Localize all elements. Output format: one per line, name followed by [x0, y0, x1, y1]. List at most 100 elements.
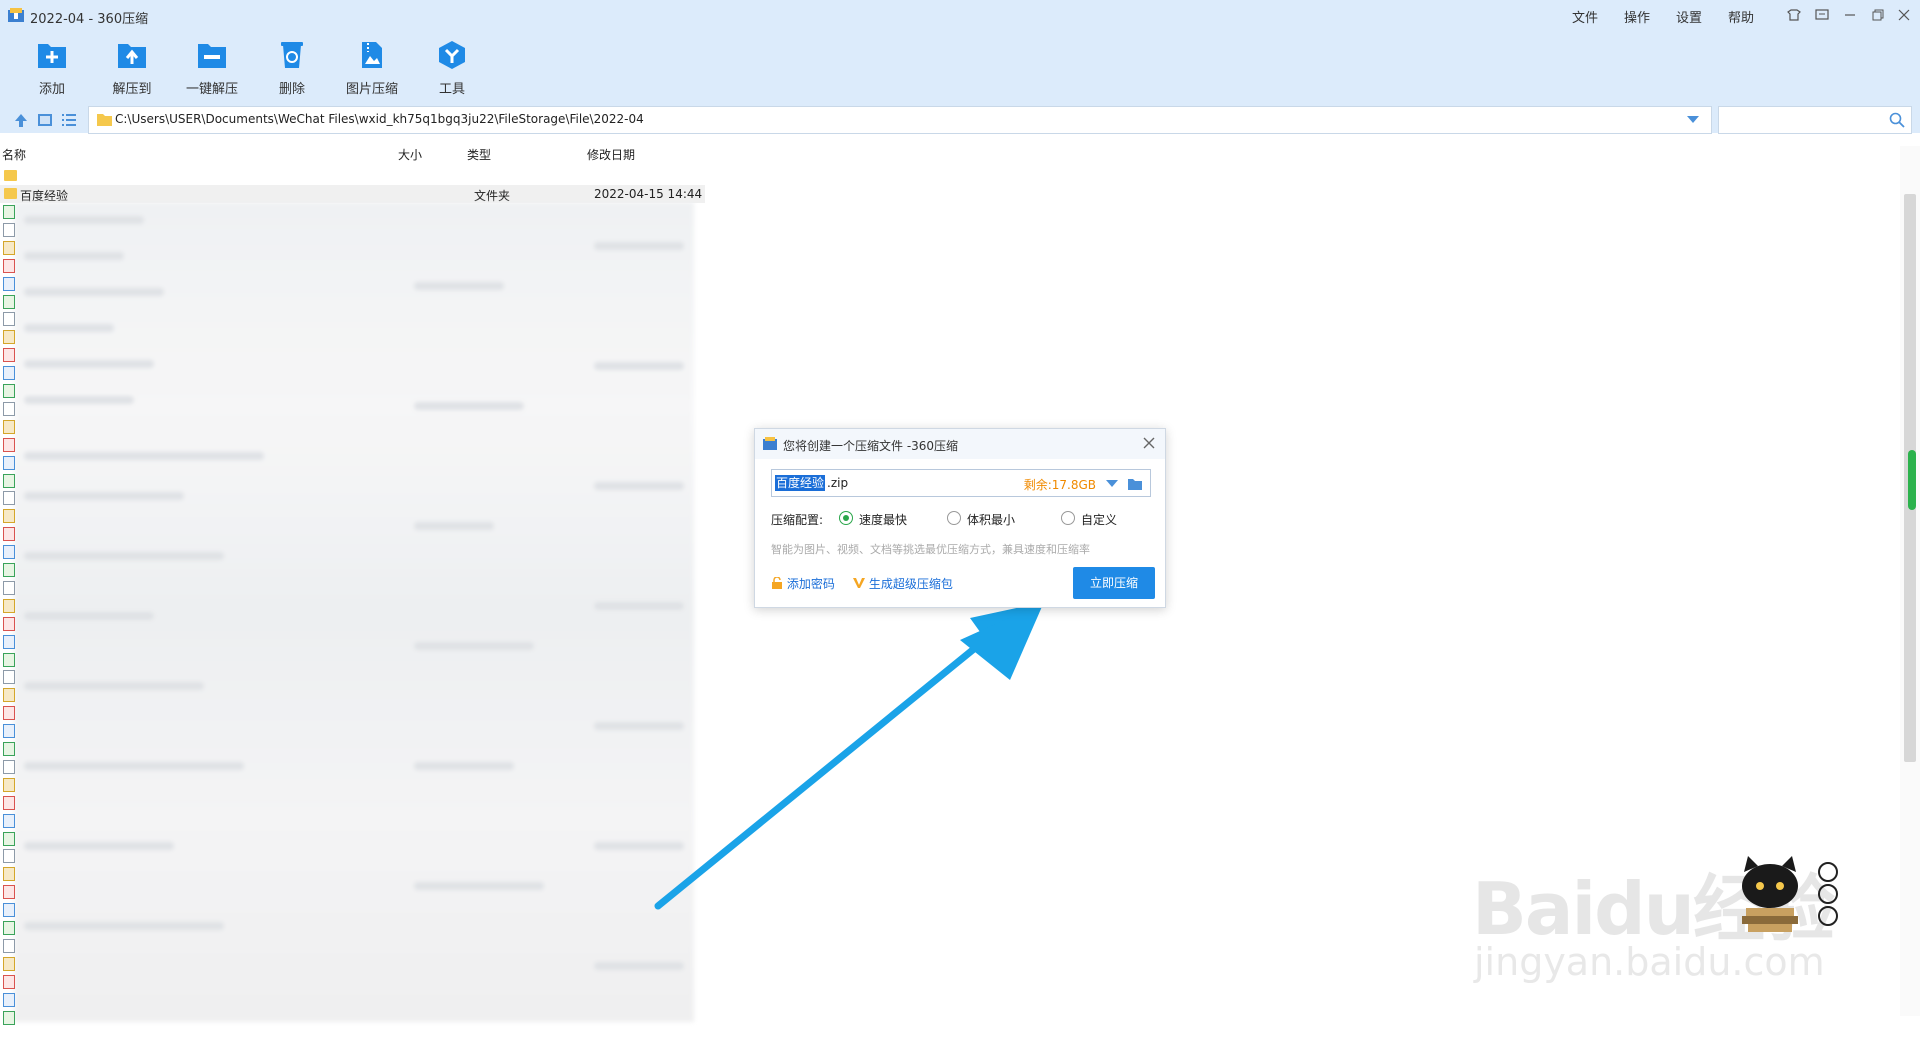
image-compress-label: 图片压缩 [345, 82, 398, 97]
filename-selected-text: 百度经验 [775, 475, 826, 491]
folder-icon [4, 170, 17, 181]
extract-to-button[interactable]: 解压到 [100, 40, 164, 97]
radio-dot[interactable] [947, 511, 961, 525]
thumbnail-view-icon[interactable] [36, 112, 54, 128]
chevron-down-icon[interactable] [1687, 116, 1699, 124]
file-icon [3, 938, 15, 953]
social-icons [1818, 862, 1838, 926]
blurred-file-list [14, 202, 694, 1022]
delete-label: 删除 [278, 82, 305, 97]
browse-folder-icon[interactable] [1128, 478, 1142, 490]
file-icon [3, 652, 15, 667]
file-icon [3, 276, 15, 291]
side-handle[interactable] [1908, 450, 1916, 510]
file-icon [3, 580, 15, 595]
col-size[interactable]: 大小 [398, 146, 422, 163]
window-title: 2022-04 - 360压缩 [30, 12, 149, 27]
file-icon [3, 813, 15, 828]
restore-icon[interactable] [1868, 6, 1888, 24]
file-icon [3, 688, 15, 703]
file-icon [3, 384, 15, 398]
file-icon [3, 491, 15, 506]
file-icon [3, 974, 15, 989]
file-icon [3, 670, 15, 685]
file-icon [3, 473, 15, 488]
file-icon [3, 258, 15, 273]
image-compress-button[interactable]: 图片压缩 [340, 40, 404, 97]
list-item[interactable] [0, 167, 705, 185]
menu-file[interactable]: 文件 [1572, 7, 1598, 26]
add-password-link[interactable]: 添加密码 [771, 575, 835, 592]
row-modified: 2022-04-15 14:44 [594, 187, 703, 201]
file-icon [3, 885, 15, 900]
search-icon[interactable] [1889, 112, 1905, 128]
app-logo-icon [8, 8, 24, 22]
baidu-jingyan-watermark: Baidu经验 jingyan.baidu.com [1460, 820, 1900, 1040]
add-button[interactable]: 添加 [20, 40, 84, 97]
super-package-label: 生成超级压缩包 [868, 577, 953, 591]
file-icon [3, 777, 15, 792]
col-name[interactable]: 名称 [2, 146, 26, 163]
radio-label: 速度最快 [859, 513, 908, 527]
dialog-title: 您将创建一个压缩文件 -360压缩 [783, 439, 959, 453]
search-input[interactable] [1718, 106, 1912, 134]
free-space: 剩余:17.8GB [1023, 478, 1096, 492]
vertical-scrollbar[interactable] [1900, 146, 1920, 1016]
file-icon [3, 795, 15, 810]
extract-to-icon [118, 44, 146, 68]
col-modified[interactable]: 修改日期 [587, 146, 635, 163]
file-icon [3, 437, 15, 452]
file-icon [3, 366, 15, 381]
create-archive-dialog: 您将创建一个压缩文件 -360压缩 百度经验 .zip 剩余:17.8GB 压缩… [754, 428, 1166, 608]
file-icon [3, 222, 15, 237]
file-icon [3, 545, 15, 560]
compress-now-button[interactable]: 立即压缩 [1073, 567, 1155, 599]
one-click-extract-button[interactable]: 一键解压 [180, 40, 244, 97]
file-icon [3, 294, 15, 309]
file-icon [3, 205, 15, 219]
menu-operate[interactable]: 操作 [1624, 7, 1650, 26]
close-icon[interactable] [1894, 6, 1914, 24]
app-logo-icon [763, 437, 777, 450]
radio-label: 体积最小 [967, 513, 1016, 527]
menu-help[interactable]: 帮助 [1728, 7, 1754, 26]
feedback-icon[interactable] [1812, 6, 1832, 24]
file-icon [3, 724, 15, 739]
file-icon [3, 867, 15, 882]
list-view-icon[interactable] [60, 112, 78, 128]
list-header: 名称 大小 类型 修改日期 [0, 146, 705, 164]
one-click-extract-icon [198, 44, 226, 68]
minimize-icon[interactable] [1840, 6, 1860, 24]
menu-settings[interactable]: 设置 [1676, 7, 1702, 26]
file-icon [3, 330, 15, 345]
vip-v-icon [853, 578, 865, 588]
config-label: 压缩配置: [771, 513, 824, 527]
file-icon [3, 240, 15, 255]
col-type[interactable]: 类型 [467, 146, 491, 163]
super-package-link[interactable]: 生成超级压缩包 [853, 575, 953, 592]
address-bar[interactable]: C:\Users\USER\Documents\WeChat Files\wxi… [88, 106, 1712, 134]
radio-dot[interactable] [1061, 511, 1075, 525]
add-icon [38, 44, 66, 68]
tools-label: 工具 [438, 82, 465, 97]
radio-label: 自定义 [1081, 513, 1118, 527]
radio-dot[interactable] [839, 511, 853, 525]
one-click-extract-label: 一键解压 [185, 82, 238, 97]
file-icon [3, 419, 15, 434]
file-icon [3, 401, 15, 416]
chevron-down-icon[interactable] [1106, 480, 1118, 488]
skin-icon[interactable] [1784, 6, 1804, 24]
lock-icon [772, 576, 782, 589]
config-hint: 智能为图片、视频、文档等挑选最优压缩方式，兼具速度和压缩率 [771, 543, 1090, 556]
tools-button[interactable]: 工具 [420, 40, 484, 97]
file-icon [3, 455, 15, 470]
dialog-titlebar: 您将创建一个压缩文件 -360压缩 [755, 429, 1165, 459]
table-row-selected[interactable]: 百度经验 文件夹 2022-04-15 14:44 [0, 185, 705, 203]
archive-name-field[interactable]: 百度经验 .zip 剩余:17.8GB [771, 469, 1151, 497]
watermark-url: jingyan.baidu.com [1474, 940, 1825, 984]
up-arrow-icon[interactable] [12, 112, 30, 128]
delete-button[interactable]: 删除 [260, 40, 324, 97]
add-label: 添加 [38, 82, 65, 97]
file-icon [3, 509, 15, 524]
close-icon[interactable] [1141, 435, 1157, 451]
